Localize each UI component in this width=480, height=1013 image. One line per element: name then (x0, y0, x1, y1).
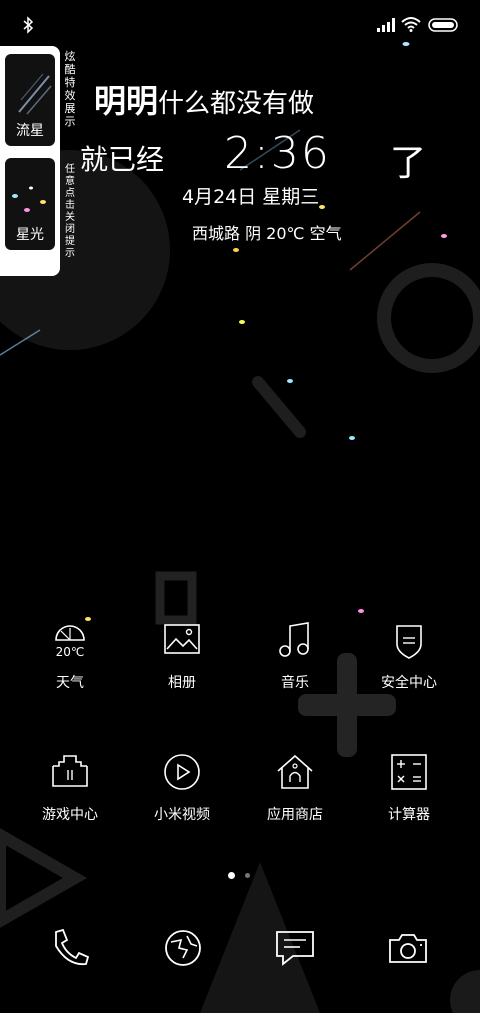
widget-line2-prefix: 就已经 (80, 143, 165, 176)
browser-icon[interactable] (161, 926, 205, 970)
wifi-icon (401, 17, 421, 32)
page-indicator-active[interactable] (228, 872, 235, 879)
video-icon (164, 754, 200, 790)
widget-line1-big: 明明 (94, 82, 159, 120)
widget-line2-suffix: 了 (390, 143, 427, 184)
app-label: 小米视频 (154, 807, 210, 823)
app-video[interactable]: 小米视频 (127, 752, 237, 852)
widget-line1-rest: 什么都没有做 (158, 89, 315, 119)
battery-icon (428, 18, 458, 32)
calculator-icon (391, 754, 427, 790)
app-label: 相册 (168, 675, 196, 691)
app-security[interactable]: 安全中心 (354, 620, 464, 720)
app-label: 音乐 (281, 675, 309, 691)
messages-icon[interactable] (273, 926, 317, 970)
weather-icon-text: 20℃ (56, 645, 85, 659)
app-calculator[interactable]: 计算器 (354, 752, 464, 852)
app-label: 计算器 (388, 807, 430, 823)
app-store-icon (277, 754, 313, 789)
gallery-icon (164, 624, 200, 654)
camera-icon[interactable] (386, 926, 430, 970)
weather-icon: 20℃ (55, 625, 85, 659)
app-weather[interactable]: 20℃ 天气 (15, 620, 125, 720)
signal-icon (377, 18, 395, 32)
app-label: 应用商店 (267, 807, 323, 823)
clock-widget[interactable]: 明明什么都没有做 就已经 2:36 了 4月24日 星期三 西城路 阴 20℃ … (0, 70, 480, 250)
clock-time: 2:36 (224, 128, 331, 179)
security-icon (396, 625, 422, 659)
music-icon (279, 622, 309, 657)
app-label: 安全中心 (381, 675, 437, 691)
weather-text: 西城路 阴 20℃ 空气 (192, 224, 342, 243)
app-label: 游戏中心 (42, 807, 98, 823)
game-center-icon (52, 755, 88, 787)
app-label: 天气 (56, 675, 84, 691)
phone-icon[interactable] (48, 926, 92, 970)
status-bar (0, 0, 480, 46)
app-music[interactable]: 音乐 (240, 620, 350, 720)
app-game-center[interactable]: 游戏中心 (15, 752, 125, 852)
app-store[interactable]: 应用商店 (240, 752, 350, 852)
date-text: 4月24日 星期三 (182, 186, 320, 208)
page-indicator-inactive[interactable] (245, 873, 250, 878)
app-gallery[interactable]: 相册 (127, 620, 237, 720)
bluetooth-icon (23, 16, 34, 34)
